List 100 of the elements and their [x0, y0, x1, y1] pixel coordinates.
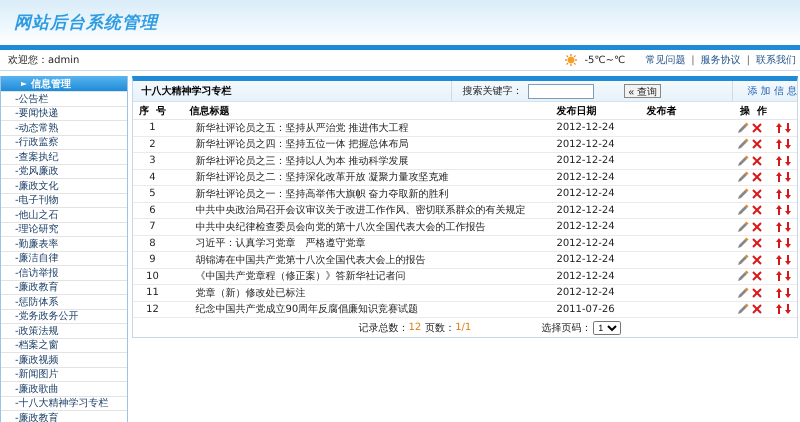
table-cell-text: 1	[148, 122, 157, 134]
search-label: 搜索关键字：	[462, 84, 522, 98]
sidebar-item[interactable]: -廉政教育	[15, 280, 59, 294]
sun-icon	[564, 54, 578, 66]
temperature-text: -5℃~℃	[584, 54, 626, 66]
move-down-icon[interactable]	[785, 172, 791, 182]
header-link[interactable]: 服务协议	[700, 53, 741, 67]
move-down-icon[interactable]	[785, 156, 791, 166]
move-down-icon[interactable]	[785, 238, 791, 248]
sidebar-item[interactable]: -廉政文化	[15, 178, 59, 193]
table-cell-text: 7	[148, 221, 157, 232]
delete-icon[interactable]	[752, 188, 762, 199]
delete-icon[interactable]	[752, 288, 762, 298]
move-up-icon[interactable]	[776, 139, 782, 150]
move-up-icon[interactable]	[776, 271, 782, 282]
move-down-icon[interactable]	[785, 271, 791, 282]
sidebar-item[interactable]: -公告栏	[15, 92, 49, 106]
total-label: 记录总数：	[358, 322, 408, 334]
delete-icon[interactable]	[752, 254, 762, 265]
delete-icon[interactable]	[752, 271, 762, 282]
table-cell-text: 2011-07-26	[556, 304, 616, 315]
edit-icon[interactable]	[737, 154, 749, 167]
move-down-icon[interactable]	[785, 222, 791, 232]
move-down-icon[interactable]	[785, 188, 791, 199]
edit-icon[interactable]	[737, 254, 749, 266]
move-down-icon[interactable]	[785, 304, 791, 314]
edit-icon[interactable]	[737, 270, 749, 282]
edit-icon[interactable]	[737, 204, 749, 216]
sidebar-item[interactable]: -廉洁自律	[15, 251, 59, 266]
table-cell-text: 2012-12-24	[556, 254, 616, 266]
move-up-icon[interactable]	[776, 238, 782, 248]
table-cell-text: 8	[148, 238, 157, 249]
search-button[interactable]: « 查询	[624, 84, 661, 98]
table-cell-text: 习近平：认真学习党章 严格遵守党章	[194, 236, 366, 250]
edit-icon[interactable]	[737, 220, 749, 233]
search-field[interactable]	[528, 84, 594, 98]
edit-icon[interactable]	[737, 171, 749, 184]
add-info-link[interactable]: 添 加 信 息	[732, 81, 797, 101]
sidebar-item[interactable]: -政策法规	[15, 324, 59, 338]
table-cell-text: 《中国共产党章程（修正案）》答新华社记者问	[194, 270, 406, 284]
move-up-icon[interactable]	[776, 156, 782, 166]
site-logo: 网站后台系统管理	[14, 12, 158, 34]
separator: |	[691, 54, 695, 66]
sidebar-item[interactable]: -查案执纪	[15, 150, 59, 164]
welcome-text: 欢迎您：admin	[8, 54, 80, 67]
edit-icon[interactable]	[737, 303, 749, 316]
table-cell-text: 2012-12-24	[556, 204, 616, 216]
move-up-icon[interactable]	[776, 288, 782, 298]
sidebar-item[interactable]: -惩防体系	[15, 294, 59, 309]
move-up-icon[interactable]	[776, 172, 782, 182]
sidebar-item[interactable]: -廉政视频	[15, 352, 59, 367]
table-cell-text: 2012-12-24	[556, 155, 616, 166]
move-up-icon[interactable]	[776, 254, 782, 265]
move-down-icon[interactable]	[785, 205, 791, 216]
delete-icon[interactable]	[752, 156, 762, 166]
sidebar-item[interactable]: -理论研究	[15, 222, 59, 236]
edit-icon[interactable]	[737, 138, 749, 150]
header-link[interactable]: 常见问题	[645, 53, 686, 67]
sidebar-item[interactable]: -行政监察	[15, 135, 59, 150]
delete-icon[interactable]	[752, 122, 762, 133]
sidebar-item[interactable]: -动态常熟	[15, 120, 59, 135]
table-cell-text: 2012-12-24	[556, 270, 616, 282]
sidebar-item[interactable]: -党风廉政	[15, 164, 59, 178]
move-up-icon[interactable]	[776, 188, 782, 199]
edit-icon[interactable]	[737, 237, 749, 250]
panel-title: 十八大精神学习专栏	[140, 84, 232, 98]
move-down-icon[interactable]	[785, 254, 791, 265]
sidebar-item[interactable]: -党务政务公开	[15, 309, 79, 324]
move-up-icon[interactable]	[776, 304, 782, 314]
move-down-icon[interactable]	[785, 288, 791, 298]
table-cell-text: 2012-12-24	[556, 138, 616, 150]
header-link[interactable]: 联系我们	[756, 53, 796, 67]
edit-icon[interactable]	[737, 122, 749, 134]
delete-icon[interactable]	[752, 222, 762, 232]
sidebar-item[interactable]: -档案之窗	[15, 338, 59, 352]
page-select[interactable]: 1	[593, 320, 622, 334]
move-down-icon[interactable]	[785, 122, 791, 133]
move-up-icon[interactable]	[776, 122, 782, 133]
column-header: 序 号	[138, 104, 167, 118]
sidebar-item[interactable]: -十八大精神学习专栏	[15, 396, 109, 410]
sidebar-item[interactable]: -信访举报	[15, 266, 59, 280]
edit-icon[interactable]	[737, 286, 749, 299]
sidebar-item[interactable]: -电子刊物	[15, 193, 59, 208]
sidebar-item[interactable]: -新闻图片	[15, 367, 59, 382]
sidebar-item[interactable]: -要闻快递	[15, 106, 59, 120]
sidebar-item[interactable]: -勤廉表率	[15, 236, 59, 251]
move-up-icon[interactable]	[776, 222, 782, 232]
table-cell-text: 2	[148, 138, 157, 150]
delete-icon[interactable]	[752, 304, 762, 314]
sidebar-item[interactable]: -廉政歌曲	[15, 382, 59, 396]
delete-icon[interactable]	[752, 139, 762, 150]
move-up-icon[interactable]	[776, 205, 782, 216]
sidebar-item[interactable]: -他山之石	[15, 208, 59, 222]
delete-icon[interactable]	[752, 205, 762, 216]
sidebar-item[interactable]: -廉政教育	[15, 410, 59, 422]
edit-icon[interactable]	[737, 188, 749, 200]
move-down-icon[interactable]	[785, 139, 791, 150]
delete-icon[interactable]	[752, 238, 762, 248]
delete-icon[interactable]	[752, 172, 762, 182]
table-cell-text: 2012-12-24	[556, 122, 616, 134]
